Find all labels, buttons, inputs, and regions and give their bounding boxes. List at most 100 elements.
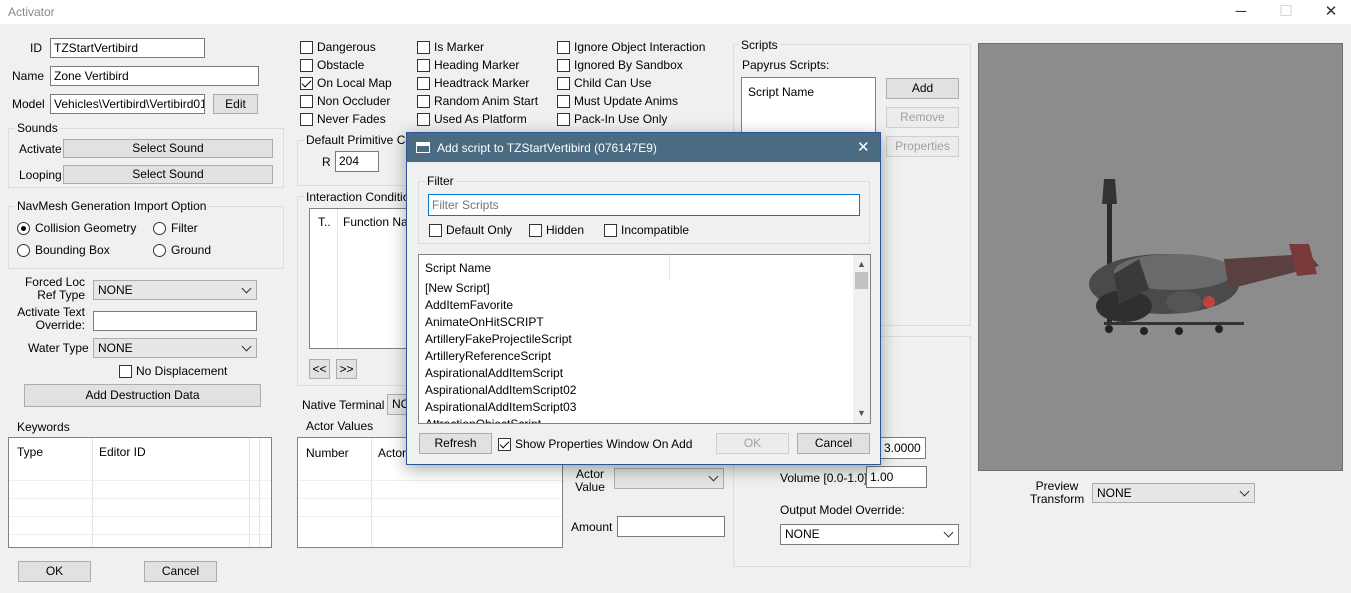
scripts-col-script-name: Script Name [748,85,815,99]
name-field[interactable]: Zone Vertibird [50,66,259,86]
id-label: ID [30,41,42,55]
script-list-scrollbar[interactable]: ▲ ▼ [853,255,870,423]
list-item[interactable]: AttractionObjectScript [419,416,854,423]
list-item[interactable]: AddItemFavorite [419,297,854,314]
headtrack-marker-checkbox[interactable]: Headtrack Marker [417,75,538,91]
list-item[interactable]: AspirationalAddItemScript02 [419,382,854,399]
hidden-checkbox[interactable]: Hidden [529,222,584,238]
r-value-field[interactable]: 204 [335,151,379,172]
incompatible-checkbox[interactable]: Incompatible [604,222,689,238]
flags-column-1: Dangerous Obstacle On Local Map Non Occl… [300,39,392,127]
checkbox-checked-icon [300,76,313,90]
on-local-map-checkbox[interactable]: On Local Map [300,75,392,91]
show-properties-checkbox[interactable]: Show Properties Window On Add [498,436,692,452]
scrollbar-thumb[interactable] [855,272,868,289]
dialog-close-icon[interactable]: ✕ [857,138,870,156]
add-script-button[interactable]: Add [886,78,959,99]
obstacle-checkbox[interactable]: Obstacle [300,57,392,73]
filter-scripts-input[interactable] [428,194,860,216]
list-item[interactable]: AspirationalAddItemScript03 [419,399,854,416]
child-can-use-checkbox[interactable]: Child Can Use [557,75,705,91]
id-field[interactable]: TZStartVertibird [50,38,205,58]
forced-loc-dropdown[interactable]: NONE [93,280,257,300]
actor-values-col-actor: Actor [378,446,407,460]
checkbox-icon [557,76,570,90]
navmesh-group-label: NavMesh Generation Import Option [15,199,209,213]
minimize-icon[interactable]: ─ [1218,0,1264,24]
ignored-by-sandbox-checkbox[interactable]: Ignored By Sandbox [557,57,705,73]
radio-bounding-box[interactable]: Bounding Box [17,242,110,258]
list-item[interactable]: [New Script] [419,280,854,297]
must-update-anims-checkbox[interactable]: Must Update Anims [557,93,705,109]
activate-sound-label: Activate [19,142,62,156]
native-terminal-label: Native Terminal [302,398,385,412]
ignore-object-interaction-checkbox[interactable]: Ignore Object Interaction [557,39,705,55]
actor-values-label: Actor Values [306,419,374,433]
looping-sound-label: Looping [19,168,62,182]
dialog-ok-button: OK [716,433,789,454]
papyrus-scripts-list[interactable]: Script Name [741,77,876,137]
random-anim-start-checkbox[interactable]: Random Anim Start [417,93,538,109]
cancel-button[interactable]: Cancel [144,561,217,582]
list-item[interactable]: AspirationalAddItemScript [419,365,854,382]
interaction-conditions-list[interactable]: T.. Function Nam [309,208,409,349]
prev-condition-button[interactable]: << [309,359,330,379]
checkbox-icon [529,223,542,237]
ok-button[interactable]: OK [18,561,91,582]
actor-value-dropdown[interactable] [614,468,724,489]
volume-field[interactable]: 1.00 [866,466,927,488]
script-properties-button: Properties [886,136,959,157]
edit-model-button[interactable]: Edit [213,94,258,114]
chevron-down-icon [943,527,954,538]
select-activate-sound-button[interactable]: Select Sound [63,139,273,158]
scroll-down-icon[interactable]: ▼ [857,408,866,418]
water-type-dropdown[interactable]: NONE [93,338,257,358]
vertibird-model-image [1089,179,1319,335]
filter-group-label: Filter [425,174,456,188]
add-destruction-data-button[interactable]: Add Destruction Data [24,384,261,407]
papyrus-scripts-label: Papyrus Scripts: [742,58,830,72]
list-item[interactable]: AnimateOnHitSCRIPT [419,314,854,331]
model-field[interactable]: Vehicles\Vertibird\Vertibird01.ni [50,94,205,114]
add-script-dialog: Add script to TZStartVertibird (076147E9… [406,132,881,465]
keywords-col-type: Type [17,445,44,459]
heading-marker-checkbox[interactable]: Heading Marker [417,57,538,73]
name-label: Name [12,69,45,83]
used-as-platform-checkbox[interactable]: Used As Platform [417,111,538,127]
radio-icon [153,243,166,257]
script-list[interactable]: Script Name [New Script] AddItemFavorite… [418,254,871,424]
checkbox-icon [417,40,430,54]
is-marker-checkbox[interactable]: Is Marker [417,39,538,55]
dangerous-checkbox[interactable]: Dangerous [300,39,392,55]
keywords-list[interactable]: Type Editor ID [8,437,272,548]
close-icon[interactable]: ✕ [1308,0,1351,24]
dialog-cancel-button[interactable]: Cancel [797,433,870,454]
checkbox-checked-icon [498,437,511,451]
activate-text-label: Activate Text Override: [17,305,85,332]
refresh-button[interactable]: Refresh [419,433,492,454]
output-model-override-dropdown[interactable]: NONE [780,524,959,545]
water-type-label: Water Type [28,341,89,355]
forced-loc-label: Forced Loc Ref Type [24,275,85,302]
preview-viewport[interactable] [978,43,1343,471]
next-condition-button[interactable]: >> [336,359,357,379]
radio-ground[interactable]: Ground [153,242,211,258]
never-fades-checkbox[interactable]: Never Fades [300,111,392,127]
preview-transform-dropdown[interactable]: NONE [1092,483,1255,503]
radio-filter[interactable]: Filter [153,220,198,236]
window-icon [416,142,430,153]
default-only-checkbox[interactable]: Default Only [429,222,512,238]
radio-collision-geometry[interactable]: Collision Geometry [17,220,136,236]
non-occluder-checkbox[interactable]: Non Occluder [300,93,392,109]
select-looping-sound-button[interactable]: Select Sound [63,165,273,184]
pack-in-use-only-checkbox[interactable]: Pack-In Use Only [557,111,705,127]
list-item[interactable]: ArtilleryFakeProjectileScript [419,331,854,348]
value-field[interactable]: 3.0000 [880,437,926,459]
checkbox-icon [300,94,313,108]
flags-column-3: Ignore Object Interaction Ignored By San… [557,39,705,127]
scroll-up-icon[interactable]: ▲ [857,259,866,269]
amount-field[interactable] [617,516,725,537]
activate-text-field[interactable] [93,311,257,331]
list-item[interactable]: ArtilleryReferenceScript [419,348,854,365]
no-displacement-checkbox[interactable]: No Displacement [119,363,227,379]
